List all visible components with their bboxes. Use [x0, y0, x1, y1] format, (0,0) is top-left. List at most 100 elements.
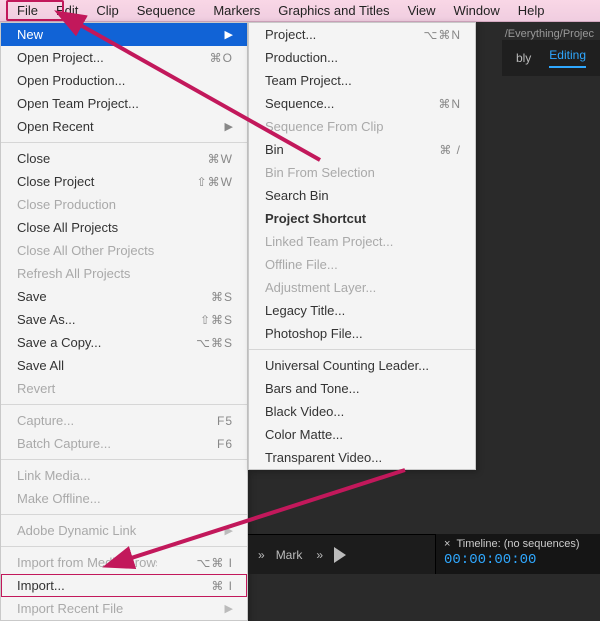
- menu-item-label: Open Project...: [17, 50, 104, 65]
- submenu-item-team-project[interactable]: Team Project...: [249, 69, 475, 92]
- menu-item-label: Capture...: [17, 413, 74, 428]
- menu-item-close[interactable]: Close ⌘W: [1, 147, 247, 170]
- menu-item-close-production: Close Production: [1, 193, 247, 216]
- separator: [1, 404, 247, 405]
- submenu-item-color-matte[interactable]: Color Matte...: [249, 423, 475, 446]
- shortcut-label: F6: [217, 437, 233, 451]
- submenu-item-black-video[interactable]: Black Video...: [249, 400, 475, 423]
- menu-item-open-project[interactable]: Open Project... ⌘O: [1, 46, 247, 69]
- menu-item-make-offline: Make Offline...: [1, 487, 247, 510]
- double-chevron-right-icon[interactable]: »: [316, 548, 320, 562]
- menu-sequence[interactable]: Sequence: [128, 3, 205, 18]
- menu-item-save[interactable]: Save ⌘S: [1, 285, 247, 308]
- submenu-item-adjustment-layer: Adjustment Layer...: [249, 276, 475, 299]
- menu-item-import[interactable]: Import... ⌘ I: [1, 574, 247, 597]
- menu-item-label: Refresh All Projects: [17, 266, 130, 281]
- menu-item-capture: Capture... F5: [1, 409, 247, 432]
- menu-item-import-from-media-browser: Import from Media Browser ⌥⌘ I: [1, 551, 247, 574]
- menu-item-close-all-projects[interactable]: Close All Projects: [1, 216, 247, 239]
- submenu-item-bin[interactable]: Bin ⌘ /: [249, 138, 475, 161]
- menu-item-label: Bin: [265, 142, 284, 157]
- shortcut-label: ⌘ /: [439, 143, 461, 157]
- shortcut-label: ⇧⌘W: [197, 175, 233, 189]
- menu-item-label: Bars and Tone...: [265, 381, 359, 396]
- menu-item-label: Open Team Project...: [17, 96, 139, 111]
- shortcut-label: ⌘N: [438, 97, 461, 111]
- menu-item-link-media: Link Media...: [1, 464, 247, 487]
- chevron-right-icon: ▶: [225, 524, 233, 537]
- menu-item-batch-capture: Batch Capture... F6: [1, 432, 247, 455]
- menu-item-label: Linked Team Project...: [265, 234, 393, 249]
- workspace-tab-bly[interactable]: bly: [516, 51, 531, 65]
- close-icon[interactable]: ×: [444, 538, 450, 550]
- menu-help[interactable]: Help: [509, 3, 554, 18]
- submenu-item-offline-file: Offline File...: [249, 253, 475, 276]
- menu-view[interactable]: View: [399, 3, 445, 18]
- menu-item-label: Project...: [265, 27, 316, 42]
- menu-item-label: Offline File...: [265, 257, 338, 272]
- menu-item-label: Production...: [265, 50, 338, 65]
- menu-item-label: Close All Projects: [17, 220, 118, 235]
- timeline-panel: × Timeline: (no sequences) 00:00:00:00: [435, 534, 600, 574]
- chevron-right-icon: ▶: [225, 120, 233, 133]
- menu-item-save-copy[interactable]: Save a Copy... ⌥⌘S: [1, 331, 247, 354]
- menu-edit[interactable]: Edit: [47, 3, 87, 18]
- workspace-tabs: bly Editing: [502, 40, 600, 76]
- menu-item-label: Close Production: [17, 197, 116, 212]
- shortcut-label: F5: [217, 414, 233, 428]
- menu-item-label: Bin From Selection: [265, 165, 375, 180]
- shortcut-label: ⌘ I: [211, 579, 233, 593]
- app-menubar: File Edit Clip Sequence Markers Graphics…: [0, 0, 600, 22]
- shortcut-label: ⌥⌘N: [424, 28, 462, 42]
- shortcut-label: ⌘W: [208, 152, 233, 166]
- submenu-item-transparent-video[interactable]: Transparent Video...: [249, 446, 475, 469]
- menu-item-label: Project Shortcut: [265, 211, 366, 226]
- menu-graphics[interactable]: Graphics and Titles: [269, 3, 398, 18]
- menu-item-label: Transparent Video...: [265, 450, 382, 465]
- menu-item-save-as[interactable]: Save As... ⇧⌘S: [1, 308, 247, 331]
- menu-item-label: Universal Counting Leader...: [265, 358, 429, 373]
- menu-item-label: Make Offline...: [17, 491, 101, 506]
- menu-item-new[interactable]: New ▶: [1, 23, 247, 46]
- menu-item-close-project[interactable]: Close Project ⇧⌘W: [1, 170, 247, 193]
- menu-item-label: Adobe Dynamic Link: [17, 523, 136, 538]
- submenu-item-sequence[interactable]: Sequence... ⌘N: [249, 92, 475, 115]
- submenu-item-search-bin[interactable]: Search Bin: [249, 184, 475, 207]
- menu-item-import-recent-file: Import Recent File ▶: [1, 597, 247, 620]
- menu-item-open-production[interactable]: Open Production...: [1, 69, 247, 92]
- submenu-item-project[interactable]: Project... ⌥⌘N: [249, 23, 475, 46]
- menu-item-open-team-project[interactable]: Open Team Project...: [1, 92, 247, 115]
- menu-item-label: Search Bin: [265, 188, 329, 203]
- submenu-item-linked-team-project: Linked Team Project...: [249, 230, 475, 253]
- menu-window[interactable]: Window: [445, 3, 509, 18]
- project-path: /Everything/Projec: [505, 28, 594, 40]
- menu-item-label: Save All: [17, 358, 64, 373]
- shortcut-label: ⌥⌘ I: [197, 556, 234, 570]
- mark-label[interactable]: Mark: [276, 548, 303, 562]
- submenu-item-project-shortcut[interactable]: Project Shortcut: [249, 207, 475, 230]
- shortcut-label: ⌘S: [211, 290, 233, 304]
- play-icon[interactable]: [334, 547, 348, 563]
- workspace-tab-editing[interactable]: Editing: [549, 48, 586, 68]
- menu-clip[interactable]: Clip: [87, 3, 127, 18]
- submenu-item-bars-and-tone[interactable]: Bars and Tone...: [249, 377, 475, 400]
- submenu-item-universal-counting-leader[interactable]: Universal Counting Leader...: [249, 354, 475, 377]
- menu-markers[interactable]: Markers: [204, 3, 269, 18]
- submenu-item-legacy-title[interactable]: Legacy Title...: [249, 299, 475, 322]
- menu-item-label: Save As...: [17, 312, 76, 327]
- menu-item-label: Black Video...: [265, 404, 344, 419]
- menu-item-open-recent[interactable]: Open Recent ▶: [1, 115, 247, 138]
- submenu-item-sequence-from-clip: Sequence From Clip: [249, 115, 475, 138]
- menu-item-label: New: [17, 27, 43, 42]
- submenu-item-production[interactable]: Production...: [249, 46, 475, 69]
- submenu-item-photoshop-file[interactable]: Photoshop File...: [249, 322, 475, 345]
- menu-item-save-all[interactable]: Save All: [1, 354, 247, 377]
- double-chevron-right-icon[interactable]: »: [258, 548, 262, 562]
- menu-item-label: Import Recent File: [17, 601, 123, 616]
- submenu-item-bin-from-selection: Bin From Selection: [249, 161, 475, 184]
- menu-item-label: Import...: [17, 578, 65, 593]
- chevron-right-icon: ▶: [225, 602, 233, 615]
- menu-file[interactable]: File: [8, 3, 47, 18]
- menu-item-label: Sequence From Clip: [265, 119, 384, 134]
- chevron-right-icon: ▶: [225, 28, 233, 41]
